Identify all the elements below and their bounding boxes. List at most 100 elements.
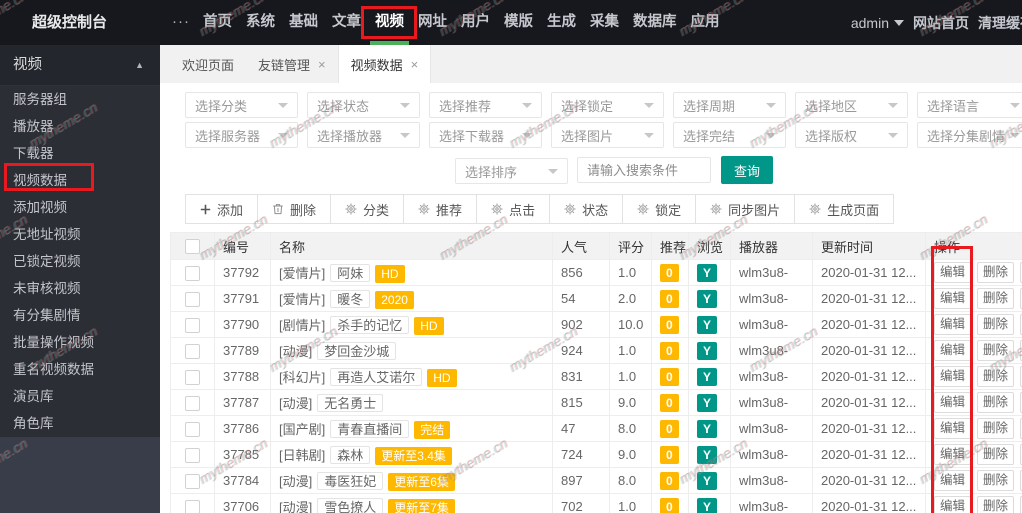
- topbar-menu-item[interactable]: 数据库: [626, 0, 684, 45]
- row-checkbox[interactable]: [185, 265, 200, 281]
- delete-button[interactable]: 删除: [977, 262, 1015, 283]
- toolbar-button-生成页面[interactable]: 生成页面: [794, 194, 895, 224]
- video-title[interactable]: 再造人艾诺尔: [330, 367, 423, 386]
- video-title[interactable]: 暖冬: [330, 289, 371, 308]
- filter-select[interactable]: 选择地区: [795, 92, 908, 118]
- sidebar-item[interactable]: 未审核视频: [0, 275, 160, 302]
- edit-button[interactable]: 编辑: [934, 392, 972, 413]
- sidebar-item[interactable]: 服务器组: [0, 86, 160, 113]
- video-title[interactable]: 森林: [330, 445, 371, 464]
- link-site-home[interactable]: 网站首页: [913, 13, 969, 33]
- row-checkbox[interactable]: [185, 291, 200, 307]
- filter-select[interactable]: 选择播放器: [307, 122, 420, 148]
- topbar-menu-item[interactable]: 文章: [325, 0, 368, 45]
- edit-button[interactable]: 编辑: [934, 496, 972, 513]
- filter-select[interactable]: 选择语言: [917, 92, 1022, 118]
- delete-button[interactable]: 删除: [977, 314, 1015, 335]
- edit-button[interactable]: 编辑: [934, 314, 972, 335]
- recommend-badge[interactable]: 0: [660, 419, 679, 438]
- video-title[interactable]: 毒医狂妃: [317, 471, 384, 490]
- delete-button[interactable]: 删除: [977, 470, 1015, 491]
- select-sort[interactable]: 选择排序: [455, 158, 568, 184]
- delete-button[interactable]: 删除: [977, 444, 1015, 465]
- topbar-menu-item[interactable]: 基础: [282, 0, 325, 45]
- view-badge[interactable]: Y: [697, 419, 718, 438]
- toolbar-button-状态[interactable]: 状态: [549, 194, 624, 224]
- view-badge[interactable]: Y: [697, 497, 718, 513]
- search-input[interactable]: [577, 157, 711, 183]
- topbar-menu-item[interactable]: 系统: [239, 0, 282, 45]
- video-title[interactable]: 阿妹: [330, 263, 371, 282]
- filter-select[interactable]: 选择锁定: [551, 92, 664, 118]
- view-badge[interactable]: Y: [697, 315, 718, 334]
- video-title[interactable]: 杀手的记忆: [330, 315, 410, 334]
- video-title[interactable]: 雪色撩人: [317, 497, 384, 513]
- row-checkbox[interactable]: [185, 369, 200, 385]
- recommend-badge[interactable]: 0: [660, 367, 679, 386]
- filter-select[interactable]: 选择下载器: [429, 122, 542, 148]
- topbar-menu-item[interactable]: 采集: [583, 0, 626, 45]
- recommend-badge[interactable]: 0: [660, 497, 679, 513]
- sidebar-item[interactable]: 视频数据: [0, 167, 160, 194]
- toolbar-button-添加[interactable]: 添加: [185, 194, 259, 224]
- row-checkbox[interactable]: [185, 343, 200, 359]
- view-badge[interactable]: Y: [697, 471, 718, 490]
- topbar-menu-item[interactable]: 应用: [684, 0, 727, 45]
- recommend-badge[interactable]: 0: [660, 445, 679, 464]
- toolbar-button-推荐[interactable]: 推荐: [403, 194, 478, 224]
- link-clear-cache[interactable]: 清理缓存: [978, 13, 1022, 33]
- filter-select[interactable]: 选择版权: [795, 122, 908, 148]
- topbar-menu-item[interactable]: 用户: [454, 0, 497, 45]
- edit-button[interactable]: 编辑: [934, 366, 972, 387]
- filter-select[interactable]: 选择状态: [307, 92, 420, 118]
- recommend-badge[interactable]: 0: [660, 315, 679, 334]
- sidebar-section-video[interactable]: 视频 ▲: [0, 45, 160, 86]
- sidebar-item[interactable]: 演员库: [0, 383, 160, 410]
- view-badge[interactable]: Y: [697, 341, 718, 360]
- view-badge[interactable]: Y: [697, 393, 718, 412]
- video-title[interactable]: 梦回金沙城: [317, 342, 397, 360]
- row-checkbox[interactable]: [185, 395, 200, 411]
- row-checkbox[interactable]: [185, 473, 200, 489]
- select-all-checkbox[interactable]: [185, 239, 200, 255]
- topbar-menu-item[interactable]: 模版: [497, 0, 540, 45]
- delete-button[interactable]: 删除: [977, 340, 1015, 361]
- recommend-badge[interactable]: 0: [660, 393, 679, 412]
- toolbar-button-同步图片[interactable]: 同步图片: [695, 194, 796, 224]
- delete-button[interactable]: 删除: [977, 366, 1015, 387]
- view-badge[interactable]: Y: [697, 263, 718, 282]
- sidebar-item[interactable]: 播放器: [0, 113, 160, 140]
- video-title[interactable]: 无名勇士: [317, 394, 384, 412]
- row-checkbox[interactable]: [185, 447, 200, 463]
- filter-select[interactable]: 选择服务器: [185, 122, 298, 148]
- filter-select[interactable]: 选择图片: [551, 122, 664, 148]
- view-badge[interactable]: Y: [697, 289, 718, 308]
- recommend-badge[interactable]: 0: [660, 289, 679, 308]
- sidebar-item[interactable]: 下载器: [0, 140, 160, 167]
- toolbar-button-锁定[interactable]: 锁定: [622, 194, 697, 224]
- edit-button[interactable]: 编辑: [934, 262, 972, 283]
- edit-button[interactable]: 编辑: [934, 444, 972, 465]
- tab-close-icon[interactable]: ×: [411, 57, 419, 72]
- sidebar-item[interactable]: 添加视频: [0, 194, 160, 221]
- sidebar-item[interactable]: 批量操作视频: [0, 329, 160, 356]
- sidebar-item[interactable]: 有分集剧情: [0, 302, 160, 329]
- edit-button[interactable]: 编辑: [934, 418, 972, 439]
- sidebar-item[interactable]: 角色库: [0, 410, 160, 437]
- toolbar-button-点击[interactable]: 点击: [476, 194, 551, 224]
- filter-select[interactable]: 选择分集剧情: [917, 122, 1022, 148]
- tab-友链管理[interactable]: 友链管理 ×: [246, 45, 338, 83]
- delete-button[interactable]: 删除: [977, 418, 1015, 439]
- more-menu-icon[interactable]: ···: [172, 0, 190, 43]
- sidebar-item[interactable]: 已锁定视频: [0, 248, 160, 275]
- filter-select[interactable]: 选择分类: [185, 92, 298, 118]
- filter-select[interactable]: 选择周期: [673, 92, 786, 118]
- delete-button[interactable]: 删除: [977, 288, 1015, 309]
- filter-select[interactable]: 选择推荐: [429, 92, 542, 118]
- edit-button[interactable]: 编辑: [934, 470, 972, 491]
- topbar-menu-item[interactable]: 首页: [196, 0, 239, 45]
- query-button[interactable]: 查询: [721, 156, 773, 184]
- recommend-badge[interactable]: 0: [660, 341, 679, 360]
- tab-视频数据[interactable]: 视频数据 ×: [337, 45, 432, 83]
- delete-button[interactable]: 删除: [977, 496, 1015, 513]
